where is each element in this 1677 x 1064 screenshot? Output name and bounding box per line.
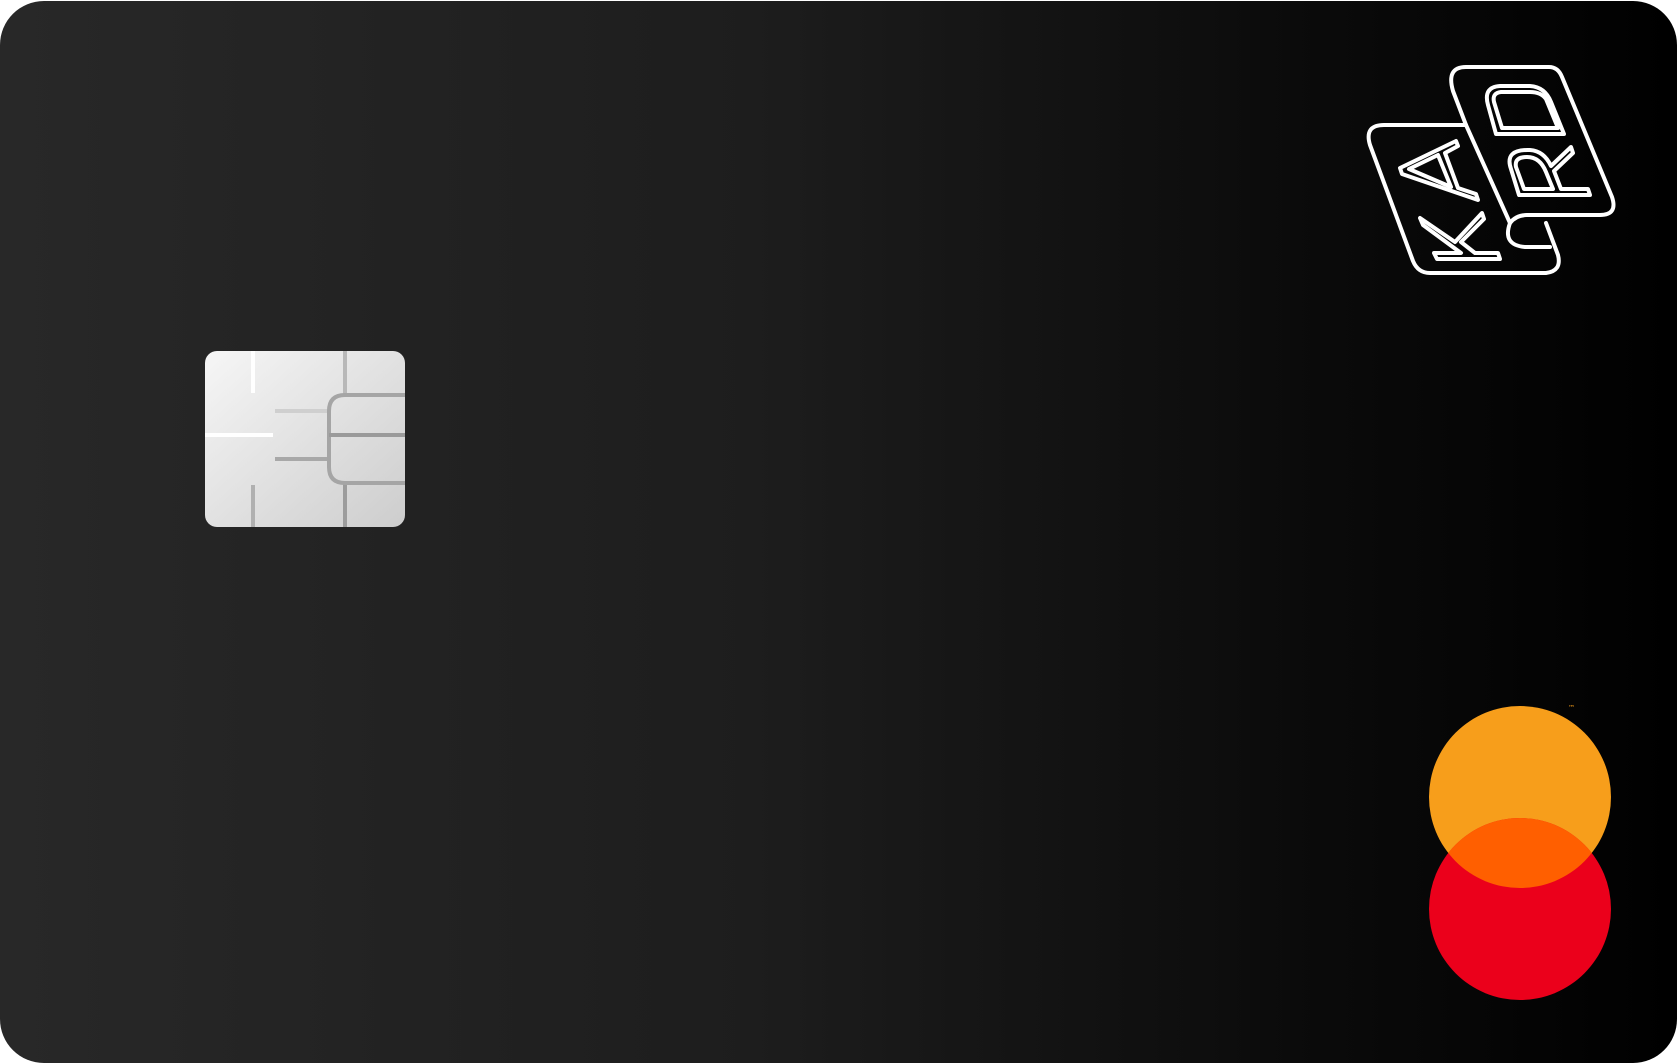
mastercard-logo-icon [1429,706,1611,1000]
payment-card: ™ [0,1,1677,1063]
kard-logo-icon [1366,65,1616,275]
trademark-symbol: ™ [1568,704,1575,712]
emv-chip-icon [205,351,405,527]
